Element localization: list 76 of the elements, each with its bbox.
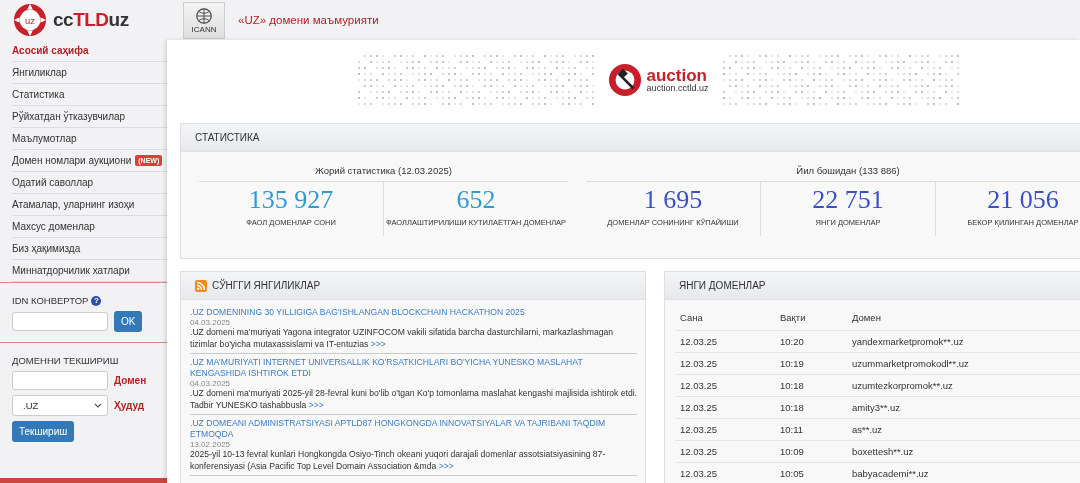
table-cell: 10:11 <box>775 418 847 441</box>
table-cell: 12.03.25 <box>675 374 775 397</box>
table-cell: babyacademi**.uz <box>847 462 1080 483</box>
auction-banner-link[interactable]: auction auction.cctld.uz <box>608 63 709 97</box>
table-cell: 12.03.25 <box>675 462 775 483</box>
logo-emblem-icon: uz <box>13 3 47 37</box>
nav-link[interactable]: Маълумотлар <box>12 133 77 144</box>
panel-title: ЯНГИ ДОМЕНЛАР <box>679 280 766 291</box>
icann-logo-button[interactable]: ICANN <box>183 1 225 39</box>
table-cell: yandexmarketpromok**.uz <box>847 330 1080 353</box>
panel-title: СТАТИСТИКА <box>195 132 260 143</box>
news-title-link[interactable]: .UZ DOMENINING 30 YILLIGIGA BAG'ISHLANGAN BLOCKCHAIN HACKATHON 2025 <box>190 307 637 318</box>
news-title-link[interactable]: .UZ MA'MURIYATI INTERNET UNIVERSALLIK KO'RSATKICHLARI BO'YICHA YUNESKO MASLAHAT KENGASHIDA ISHTIROK ETDI <box>190 357 637 379</box>
logo-text: ccTLDuz <box>53 9 129 31</box>
table-cell: 12.03.25 <box>675 330 775 353</box>
news-title-link[interactable]: .UZ DOMEANI ADMINISTRATSIYASI APTLD87 HONGKONGDA INNOVATSIYALAR VA TAJRIBANI TAQDIM ETMOQDA <box>190 418 637 440</box>
table-cell: 12.03.25 <box>675 440 775 463</box>
column-header: Вақти <box>775 304 847 331</box>
table-cell: 12.03.25 <box>675 352 775 375</box>
table-cell: 12.03.25 <box>675 396 775 419</box>
table-cell: amity3**.uz <box>847 396 1080 419</box>
table-cell: uzumtezkorpromok**.uz <box>847 374 1080 397</box>
rss-icon <box>195 279 207 292</box>
nav-link[interactable]: Махсус доменлар <box>12 221 95 232</box>
nav-link[interactable]: Рўйхатдан ўтказувчилар <box>12 111 126 122</box>
section-title: ДОМЕННИ ТЕКШИРИШ <box>12 355 119 366</box>
ok-button[interactable]: OK <box>114 311 143 332</box>
nav-link[interactable]: Асосий саҳифа <box>12 45 89 56</box>
news-excerpt: .UZ domeni ma'muriyati 2025-yil 28-fevral kuni bo'lib o'tgan Ko'p tomonlama maslahat kengashi majlisida ishtirok etdi. Tadbir YUNESKO tashabbusla >>> <box>190 388 637 411</box>
chevron-down-icon <box>94 403 102 408</box>
read-more-link[interactable]: >>> <box>308 399 324 410</box>
group-caption: Йил бошидан (133 886) <box>586 165 1080 182</box>
group-caption: Жорий статистика (12.03.2025) <box>199 165 568 182</box>
stat-value: 135 927 <box>248 186 334 214</box>
globe-icon <box>195 6 213 25</box>
nav-link[interactable]: Одатий саволлар <box>12 177 94 188</box>
read-more-link[interactable]: >>> <box>370 338 386 349</box>
column-header: Домен <box>847 304 1080 331</box>
nav-link[interactable]: Биз ҳақимизда <box>12 243 81 254</box>
site-title: «UZ» домени маъмурияти <box>238 14 379 26</box>
gavel-emblem-icon <box>608 63 643 97</box>
news-date: 13.02.2025 <box>190 440 232 449</box>
panel-title: СЎНГГИ ЯНГИЛИКЛАР <box>212 280 321 291</box>
table-cell: boxettesh**.uz <box>847 440 1080 463</box>
table-cell: 10:05 <box>775 462 847 483</box>
zone-select[interactable]: .UZ <box>12 395 108 416</box>
nav-link[interactable]: Статистика <box>12 89 65 100</box>
table-cell: 10:19 <box>775 352 847 375</box>
read-more-link[interactable]: >>> <box>438 460 454 471</box>
nav-link[interactable]: Домен номлари аукциони <box>12 155 132 166</box>
field-label: Домен <box>114 375 147 386</box>
table-cell: 12.03.25 <box>675 418 775 441</box>
help-icon[interactable]: ? <box>91 295 102 306</box>
column-header: Сана <box>675 304 775 331</box>
section-title: IDN КОНВЕРТОР <box>12 295 89 306</box>
check-button[interactable]: Текшириш <box>12 421 75 442</box>
table-cell: as**.uz <box>847 418 1080 441</box>
news-date: 04.03.2025 <box>190 379 232 388</box>
nav-link[interactable]: Миннатдорчилик хатлари <box>12 265 130 276</box>
nav-link[interactable]: Атамалар, уларнинг изоҳи <box>12 199 135 210</box>
stat-value: 21 056 <box>987 186 1059 214</box>
domain-input-field[interactable] <box>12 371 108 390</box>
table-cell: 10:18 <box>775 374 847 397</box>
table-cell: 10:09 <box>775 440 847 463</box>
stat-value: 22 751 <box>812 186 884 214</box>
stat-value: 1 695 <box>643 186 703 214</box>
field-label: Ҳудуд <box>114 400 145 411</box>
news-excerpt: .UZ domeni ma'muriyati Yagona integrator UZINFOCOM vakili sifatida barcha dasturchilarni, markazlashmagan tizimlar bo'yicha mutaxassislarni va IT-entuzias >>> <box>190 327 615 350</box>
stat-value: 652 <box>456 186 496 214</box>
news-date: 04.03.2025 <box>190 318 232 327</box>
nav-link[interactable]: Янгиликлар <box>12 67 67 78</box>
news-excerpt: 2025-yil 10-13 fevral kunlari Hongkongda Osiyo-Tinch okeani yuqori darajali domenlar assotsiatsiyasining 87-konferensiyasi (Asia Pacific Top Level Domain Association &mda >>> <box>190 449 607 472</box>
table-cell: 10:18 <box>775 396 847 419</box>
table-cell: uzummarketpromokodl**.uz <box>847 352 1080 375</box>
table-cell: 10:20 <box>775 330 847 353</box>
idn-input-field[interactable] <box>12 312 108 331</box>
